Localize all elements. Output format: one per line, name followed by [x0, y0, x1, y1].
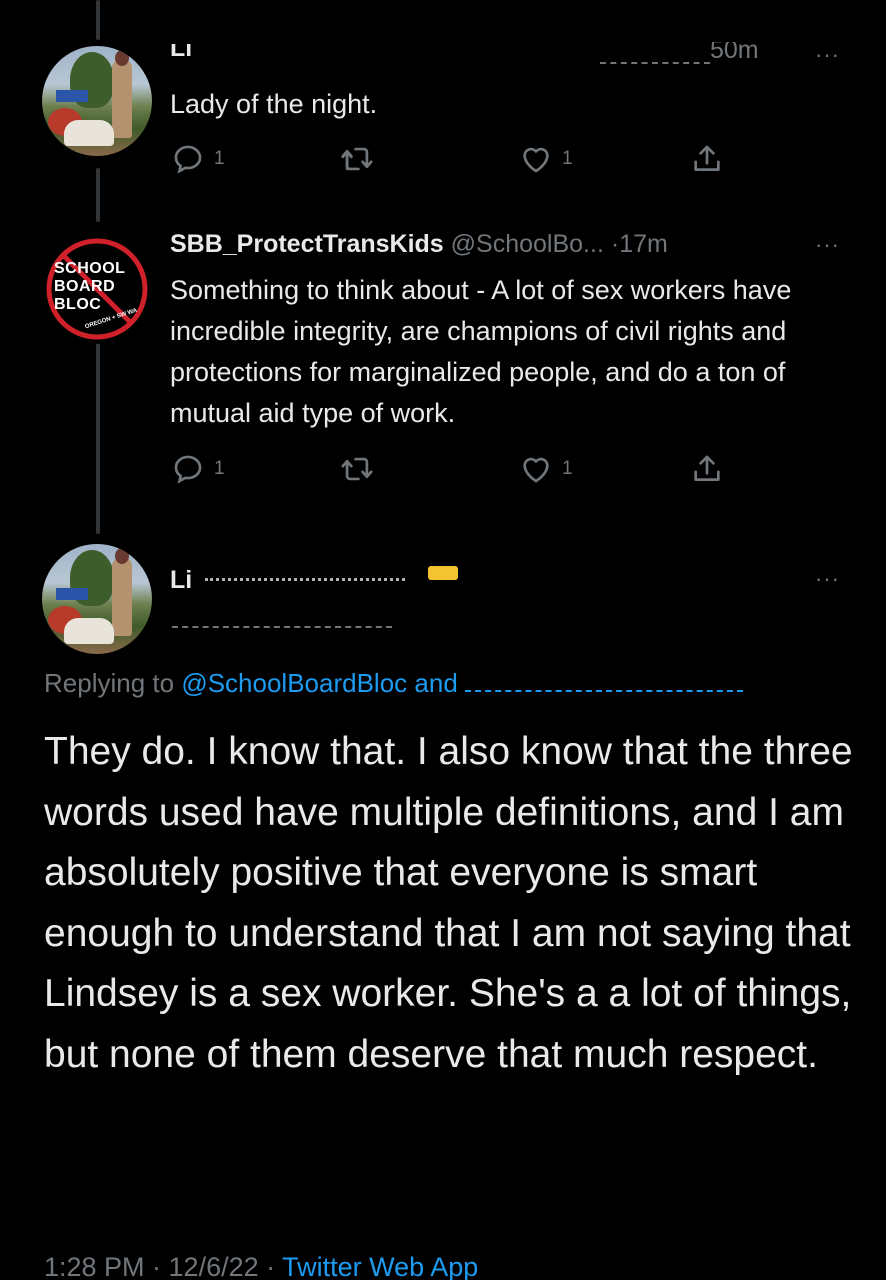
- tweet-actions: 1 1: [170, 452, 730, 488]
- retweet-icon: [341, 457, 373, 481]
- display-name[interactable]: Li: [170, 566, 192, 594]
- redacted-name: [205, 578, 405, 585]
- tweet-time: 50m: [710, 42, 759, 64]
- logo-line-3: BLOC: [54, 296, 102, 313]
- logo-line-2: BOARD: [54, 278, 116, 295]
- tweet-text: Lady of the night.: [170, 89, 378, 119]
- display-name[interactable]: Li: [170, 44, 192, 62]
- like-button[interactable]: 1: [518, 452, 573, 486]
- heart-icon: [523, 457, 549, 483]
- reply-icon: [174, 145, 202, 174]
- redacted-mention[interactable]: [465, 678, 744, 693]
- thread-line-1: [96, 168, 100, 222]
- retweet-button[interactable]: [338, 452, 376, 486]
- tweet-metadata: 1:28 PM · 12/6/22 · Twitter Web App: [44, 1252, 478, 1280]
- display-name[interactable]: SBB_ProtectTransKids: [170, 230, 444, 258]
- reply-count: 1: [214, 148, 225, 169]
- avatar[interactable]: [42, 46, 152, 156]
- avatar[interactable]: SCHOOL BOARD BLOC OREGON + SW WA: [42, 234, 152, 344]
- mention-link[interactable]: @SchoolBoardBloc: [181, 668, 407, 698]
- avatar[interactable]: [42, 544, 152, 654]
- main-tweet-text: They do. I know that. I also know that t…: [44, 730, 853, 1076]
- tweet-header: Li: [170, 44, 192, 68]
- like-count: 1: [562, 148, 573, 169]
- tweet-header: SBB_ProtectTransKids @SchoolBo... ·17m: [170, 230, 668, 259]
- share-icon: [694, 455, 720, 481]
- redacted-handle: [600, 48, 710, 64]
- thread-line-2: [96, 328, 100, 534]
- like-button[interactable]: 1: [518, 142, 573, 176]
- logo-line-1: SCHOOL: [54, 260, 126, 277]
- replying-to: Replying to @SchoolBoardBloc and: [44, 668, 744, 699]
- separator: ·: [610, 230, 620, 258]
- reply-icon: [174, 455, 202, 484]
- thread-line-top: [96, 0, 100, 40]
- tweet-actions: 1 1: [170, 142, 730, 178]
- redacted-handle: [172, 612, 392, 628]
- retweet-icon: [341, 147, 373, 171]
- tweet-text: Something to think about - A lot of sex …: [170, 275, 792, 428]
- share-button[interactable]: [690, 452, 724, 486]
- handle[interactable]: @SchoolBo...: [451, 230, 604, 258]
- redacted-badge: [428, 566, 458, 580]
- more-options-button[interactable]: ···: [815, 42, 840, 68]
- retweet-button[interactable]: [338, 142, 376, 176]
- reply-button[interactable]: 1: [170, 452, 225, 486]
- replying-and[interactable]: and: [414, 668, 457, 698]
- share-button[interactable]: [690, 142, 724, 176]
- timestamp[interactable]: 1:28 PM · 12/6/22 ·: [44, 1252, 275, 1280]
- tweet-time[interactable]: 17m: [619, 230, 668, 258]
- heart-icon: [523, 147, 549, 173]
- like-count: 1: [562, 458, 573, 479]
- main-tweet-header: Li: [170, 566, 192, 595]
- more-options-button[interactable]: ···: [815, 232, 840, 258]
- more-options-button[interactable]: ···: [815, 566, 840, 592]
- reply-count: 1: [214, 458, 225, 479]
- reply-button[interactable]: 1: [170, 142, 225, 176]
- share-icon: [694, 145, 720, 171]
- source-app-link[interactable]: Twitter Web App: [282, 1252, 478, 1280]
